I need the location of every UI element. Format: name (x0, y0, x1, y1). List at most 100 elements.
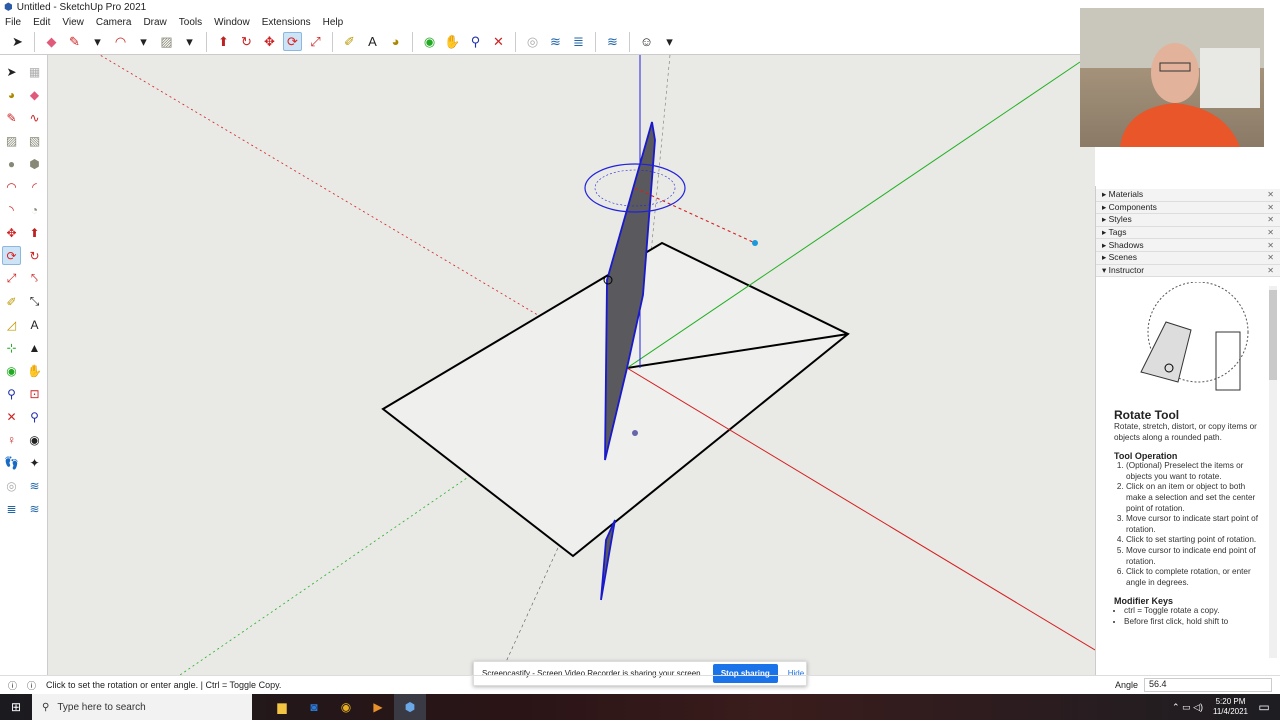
3d-warehouse-icon[interactable]: ◎ (2, 476, 21, 495)
select-icon[interactable]: ➤ (2, 62, 21, 81)
zoom-tool-icon[interactable]: ⚲ (466, 32, 485, 51)
dimension-icon[interactable]: ⤡ (25, 292, 44, 311)
tray-panel-shadows[interactable]: ▸ Shadows ✕ (1096, 239, 1280, 252)
rotate-tool-icon[interactable]: ⟳ (283, 32, 302, 51)
menu-file[interactable]: File (5, 17, 21, 28)
account-icon[interactable]: ☺ (637, 32, 656, 51)
tray-panel-instructor[interactable]: ▾ Instructor ✕ (1096, 264, 1280, 278)
menu-view[interactable]: View (62, 17, 84, 28)
rectangle-icon[interactable]: ▨ (2, 131, 21, 150)
arc-icon[interactable]: ◠ (2, 177, 21, 196)
text-tool-icon[interactable]: A (363, 32, 382, 51)
layout-icon[interactable]: ≣ (2, 499, 21, 518)
orbit-tool-icon[interactable]: ◉ (420, 32, 439, 51)
sketchup-taskbar-icon[interactable]: ⬢ (394, 694, 426, 720)
tray-panel-scenes[interactable]: ▸ Scenes ✕ (1096, 251, 1280, 265)
eraser-tool-icon[interactable]: ◆ (42, 32, 61, 51)
close-icon[interactable]: ✕ (1267, 266, 1274, 275)
paint-bucket-icon[interactable]: ◕ (2, 85, 21, 104)
extension-manager-icon[interactable]: ≋ (603, 32, 622, 51)
close-icon[interactable]: ✕ (1267, 203, 1274, 212)
select-tool-icon[interactable]: ➤ (8, 32, 27, 51)
walk-icon[interactable]: 👣 (2, 453, 21, 472)
pencil-tool-icon[interactable]: ✎ (65, 32, 84, 51)
close-icon[interactable]: ✕ (1267, 228, 1274, 237)
two-point-arc-icon[interactable]: ◜ (25, 177, 44, 196)
extension-warehouse-icon[interactable]: ≋ (546, 32, 565, 51)
pie-icon[interactable]: ◔ (25, 200, 44, 219)
line-icon[interactable]: ✎ (2, 108, 21, 127)
taskbar-search[interactable]: ⚲ Type here to search (32, 694, 252, 720)
tape-measure-icon[interactable]: ✐ (2, 292, 21, 311)
zoom-window-icon[interactable]: ⊡ (25, 384, 44, 403)
rectangle-tool-icon[interactable]: ▨ (157, 32, 176, 51)
scale-icon[interactable]: ⤢ (2, 269, 21, 288)
layout-icon[interactable]: ≣ (569, 32, 588, 51)
tray-panel-styles[interactable]: ▸ Styles ✕ (1096, 214, 1280, 227)
system-tray-icons[interactable]: ⌃ ▭ ◁) (1172, 702, 1203, 713)
clock[interactable]: 5:20 PM 11/4/2021 (1213, 697, 1248, 717)
menu-window[interactable]: Window (214, 17, 250, 28)
freehand-icon[interactable]: ∿ (25, 108, 44, 127)
pan-icon[interactable]: ✋ (25, 361, 44, 380)
dropdown-icon[interactable]: ▾ (660, 32, 679, 51)
menu-edit[interactable]: Edit (33, 17, 50, 28)
measurements-input[interactable]: 56.4 (1144, 678, 1272, 692)
previous-view-icon[interactable]: ⚲ (25, 407, 44, 426)
zoom-extents-icon[interactable]: ✕ (2, 407, 21, 426)
look-around-icon[interactable]: ◉ (25, 430, 44, 449)
close-icon[interactable]: ✕ (1267, 253, 1274, 262)
move-icon[interactable]: ✥ (2, 223, 21, 242)
section-plane-icon[interactable]: ✦ (25, 453, 44, 472)
dropdown-icon[interactable]: ▾ (88, 32, 107, 51)
follow-me-icon[interactable]: ↻ (25, 246, 44, 265)
text-icon[interactable]: A (25, 315, 44, 334)
media-app-icon[interactable]: ▶ (362, 694, 394, 720)
offset-icon[interactable]: ⤣ (25, 269, 44, 288)
position-camera-icon[interactable]: ♀ (2, 430, 21, 449)
menu-camera[interactable]: Camera (96, 17, 132, 28)
chrome-icon[interactable]: ◉ (330, 694, 362, 720)
extension-manager-icon[interactable]: ≋ (25, 499, 44, 518)
tape-measure-tool-icon[interactable]: ✐ (340, 32, 359, 51)
zoom-icon[interactable]: ⚲ (2, 384, 21, 403)
tray-panel-components[interactable]: ▸ Components ✕ (1096, 201, 1280, 215)
notifications-icon[interactable]: ▭ (1248, 694, 1280, 720)
windows-start-icon[interactable]: ⊞ (0, 694, 32, 720)
pan-tool-icon[interactable]: ✋ (443, 32, 462, 51)
outlook-icon[interactable]: ◙ (298, 694, 330, 720)
menu-help[interactable]: Help (323, 17, 344, 28)
orbit-icon[interactable]: ◉ (2, 361, 21, 380)
push-pull-icon[interactable]: ⬆ (25, 223, 44, 242)
paint-bucket-tool-icon[interactable]: ◕ (386, 32, 405, 51)
axes-icon[interactable]: ⊹ (2, 338, 21, 357)
close-icon[interactable]: ✕ (1267, 241, 1274, 250)
extension-warehouse-icon[interactable]: ≋ (25, 476, 44, 495)
close-icon[interactable]: ✕ (1267, 190, 1274, 199)
move-tool-icon[interactable]: ✥ (260, 32, 279, 51)
tray-panel-materials[interactable]: ▸ Materials ✕ (1096, 189, 1280, 202)
circle-icon[interactable]: ● (2, 154, 21, 173)
follow-me-tool-icon[interactable]: ↻ (237, 32, 256, 51)
arc-tool-icon[interactable]: ◠ (111, 32, 130, 51)
tray-panel-tags[interactable]: ▸ Tags ✕ (1096, 226, 1280, 240)
menu-draw[interactable]: Draw (143, 17, 166, 28)
eraser-icon[interactable]: ◆ (25, 85, 44, 104)
instructor-scrollbar[interactable] (1269, 286, 1277, 658)
rotated-rectangle-icon[interactable]: ▧ (25, 131, 44, 150)
three-point-arc-icon[interactable]: ◝ (2, 200, 21, 219)
dropdown-icon[interactable]: ▾ (180, 32, 199, 51)
make-component-icon[interactable]: ▦ (25, 62, 44, 81)
geolocation-icon[interactable]: ⓘ (8, 679, 17, 692)
3d-scene[interactable] (48, 54, 1096, 676)
dropdown-icon[interactable]: ▾ (134, 32, 153, 51)
menu-extensions[interactable]: Extensions (262, 17, 311, 28)
file-explorer-icon[interactable]: ▆ (266, 694, 298, 720)
3d-text-icon[interactable]: ▲ (25, 338, 44, 357)
protractor-icon[interactable]: ◿ (2, 315, 21, 334)
push-pull-tool-icon[interactable]: ⬆ (214, 32, 233, 51)
menu-tools[interactable]: Tools (179, 17, 202, 28)
rotate-icon[interactable]: ⟳ (2, 246, 21, 265)
close-icon[interactable]: ✕ (1267, 215, 1274, 224)
zoom-extents-tool-icon[interactable]: ✕ (489, 32, 508, 51)
